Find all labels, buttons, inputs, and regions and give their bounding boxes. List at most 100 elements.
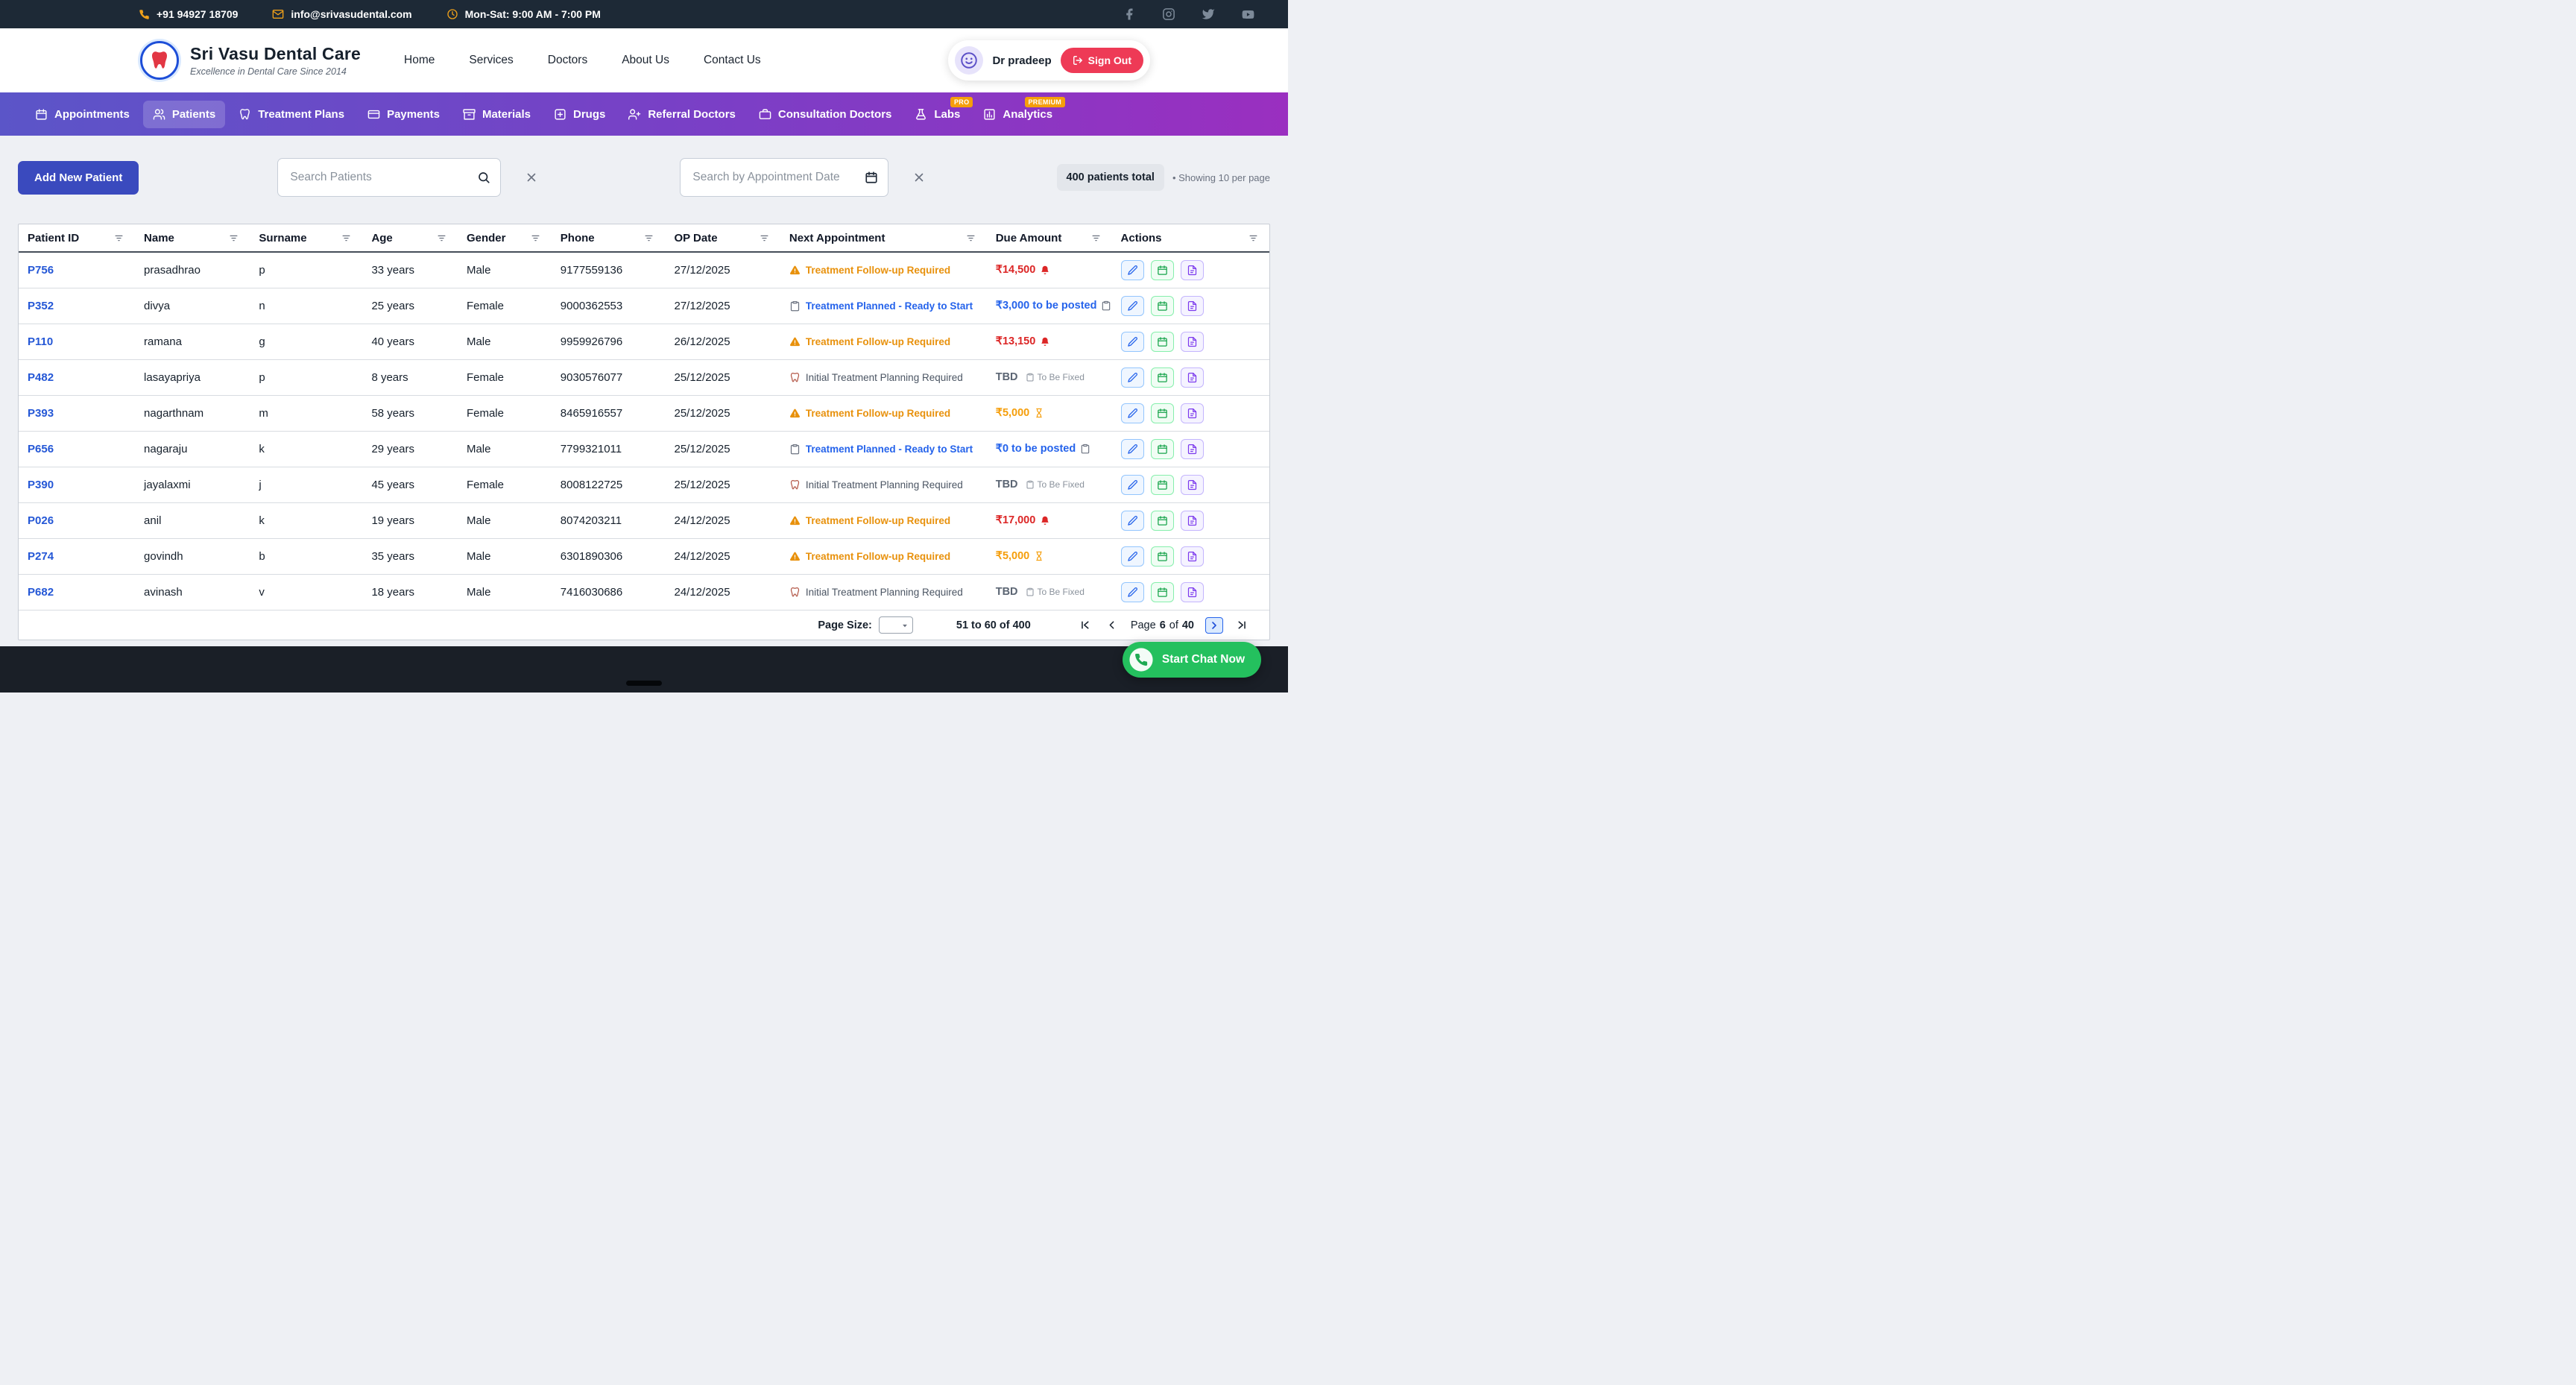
cell-phone: 8465916557 [552, 395, 666, 431]
facebook-icon[interactable] [1123, 7, 1136, 22]
nav-link-about-us[interactable]: About Us [622, 54, 669, 67]
appointment-button[interactable] [1151, 367, 1174, 388]
patient-id-link[interactable]: P656 [28, 443, 54, 455]
invoice-button[interactable] [1181, 296, 1204, 316]
filter-icon[interactable] [1090, 233, 1102, 244]
edit-patient-button[interactable] [1121, 260, 1144, 280]
edit-patient-button[interactable] [1121, 582, 1144, 602]
nav-link-services[interactable]: Services [469, 54, 513, 67]
cell-phone: 9959926796 [552, 324, 666, 359]
invoice-button[interactable] [1181, 582, 1204, 602]
nav-item-treatment-plans[interactable]: Treatment Plans [229, 101, 354, 128]
clear-search-button[interactable] [522, 168, 541, 187]
appointment-button[interactable] [1151, 439, 1174, 459]
filter-icon[interactable] [643, 233, 654, 244]
edit-patient-button[interactable] [1121, 296, 1144, 316]
appointment-button[interactable] [1151, 296, 1174, 316]
patient-id-link[interactable]: P393 [28, 407, 54, 420]
prev-page-button[interactable] [1104, 617, 1120, 633]
filter-icon[interactable] [530, 233, 541, 244]
invoice-button[interactable] [1181, 260, 1204, 280]
filter-icon[interactable] [228, 233, 239, 244]
instagram-icon[interactable] [1162, 7, 1175, 22]
appointment-button[interactable] [1151, 546, 1174, 567]
nav-item-consultation-doctors[interactable]: Consultation Doctors [749, 101, 902, 128]
invoice-button[interactable] [1181, 475, 1204, 495]
table-row: P482lasayapriyap8 yearsFemale90305760772… [19, 359, 1269, 395]
col-due-amount: Due Amount [987, 224, 1112, 252]
patient-id-link[interactable]: P390 [28, 479, 54, 491]
patient-id-link[interactable]: P682 [28, 586, 54, 599]
filter-icon[interactable] [965, 233, 976, 244]
chat-button[interactable]: Start Chat Now [1123, 642, 1261, 678]
dock-handle [626, 681, 662, 686]
email-contact[interactable]: info@srivasudental.com [272, 8, 411, 20]
nav-item-analytics[interactable]: AnalyticsPREMIUM [973, 101, 1062, 128]
edit-patient-button[interactable] [1121, 511, 1144, 531]
invoice-button[interactable] [1181, 546, 1204, 567]
add-new-patient-button[interactable]: Add New Patient [18, 161, 139, 195]
nav-item-referral-doctors[interactable]: Referral Doctors [619, 101, 745, 128]
appointment-button[interactable] [1151, 403, 1174, 423]
appointment-button[interactable] [1151, 260, 1174, 280]
appointment-date-input[interactable] [680, 158, 888, 197]
nav-link-home[interactable]: Home [404, 54, 435, 67]
filter-icon[interactable] [113, 233, 124, 244]
nav-item-payments[interactable]: Payments [358, 101, 449, 128]
col-gender: Gender [458, 224, 552, 252]
appointment-button[interactable] [1151, 332, 1174, 352]
warning-icon [789, 515, 801, 526]
invoice-button[interactable] [1181, 367, 1204, 388]
edit-patient-button[interactable] [1121, 475, 1144, 495]
cell-name: nagaraju [135, 431, 250, 467]
edit-patient-button[interactable] [1121, 332, 1144, 352]
twitter-icon[interactable] [1202, 7, 1215, 22]
nav-item-appointments[interactable]: Appointments [25, 101, 139, 128]
range-label: 51 to 60 of 400 [956, 619, 1031, 631]
cell-op-date: 25/12/2025 [665, 359, 780, 395]
cell-name: govindh [135, 538, 250, 574]
edit-patient-button[interactable] [1121, 546, 1144, 567]
page-size-select[interactable] [879, 616, 913, 634]
next-page-button[interactable] [1205, 617, 1223, 634]
patient-id-link[interactable]: P110 [28, 335, 53, 348]
filter-icon[interactable] [341, 233, 352, 244]
nav-item-patients[interactable]: Patients [143, 101, 225, 128]
cell-surname: p [250, 359, 362, 395]
edit-patient-button[interactable] [1121, 403, 1144, 423]
appointment-button[interactable] [1151, 475, 1174, 495]
edit-patient-button[interactable] [1121, 439, 1144, 459]
sign-out-button[interactable]: Sign Out [1061, 48, 1143, 73]
filter-icon[interactable] [1248, 233, 1259, 244]
search-patients-input[interactable] [277, 158, 501, 197]
filter-icon[interactable] [759, 233, 770, 244]
warning-icon [789, 336, 801, 347]
invoice-button[interactable] [1181, 403, 1204, 423]
nav-link-contact-us[interactable]: Contact Us [704, 54, 761, 67]
nav-item-labs[interactable]: LabsPRO [905, 101, 970, 128]
last-page-button[interactable] [1234, 617, 1250, 633]
nav-link-doctors[interactable]: Doctors [548, 54, 587, 67]
logout-icon [1073, 55, 1083, 66]
edit-patient-button[interactable] [1121, 367, 1144, 388]
patient-id-link[interactable]: P756 [28, 264, 54, 277]
invoice-button[interactable] [1181, 332, 1204, 352]
phone-contact[interactable]: +91 94927 18709 [139, 8, 238, 20]
cell-name: lasayapriya [135, 359, 250, 395]
patient-id-link[interactable]: P352 [28, 300, 54, 312]
appointment-button[interactable] [1151, 582, 1174, 602]
invoice-button[interactable] [1181, 511, 1204, 531]
first-page-button[interactable] [1077, 617, 1093, 633]
youtube-icon[interactable] [1241, 7, 1255, 22]
filter-icon[interactable] [436, 233, 447, 244]
cell-name: ramana [135, 324, 250, 359]
patient-id-link[interactable]: P026 [28, 514, 54, 527]
nav-item-materials[interactable]: Materials [453, 101, 540, 128]
clear-date-button[interactable] [909, 168, 929, 187]
appointment-button[interactable] [1151, 511, 1174, 531]
cell-gender: Male [458, 538, 552, 574]
invoice-button[interactable] [1181, 439, 1204, 459]
nav-item-drugs[interactable]: Drugs [544, 101, 615, 128]
patient-id-link[interactable]: P274 [28, 550, 54, 563]
patient-id-link[interactable]: P482 [28, 371, 54, 384]
